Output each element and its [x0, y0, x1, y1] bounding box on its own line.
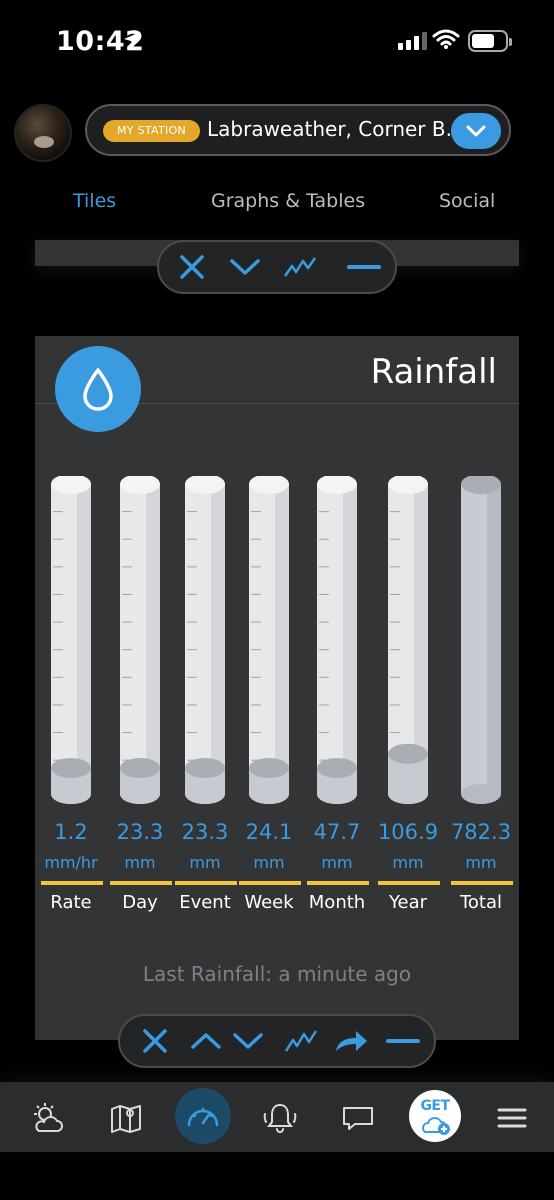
station-selector[interactable]: MY STATION Labraweather, Corner B. [85, 104, 511, 156]
rain-unit-year: mm [392, 853, 424, 872]
station-name: Labraweather, Corner B. [207, 117, 452, 141]
tab-graphs-tables[interactable]: Graphs & Tables [211, 190, 365, 212]
rain-underline [239, 881, 301, 885]
rain-underline [41, 881, 103, 885]
cellular-signal-icon [398, 32, 427, 50]
get-cloud-button[interactable]: GET [409, 1090, 461, 1142]
gauge-event [185, 476, 225, 804]
close-icon[interactable] [142, 1028, 168, 1054]
chat-icon[interactable] [332, 1092, 384, 1144]
rainfall-tile: Rainfall 1.2 mm/hr Rate 23.3 mm Day 23.3 mm Even… [35, 336, 519, 1040]
rain-value-event: 23.3 [181, 820, 229, 844]
alerts-icon[interactable] [254, 1092, 306, 1144]
rain-value-month: 47.7 [313, 820, 361, 844]
tab-tiles[interactable]: Tiles [73, 190, 116, 212]
rain-unit-total: mm [465, 853, 497, 872]
rain-underline [451, 881, 513, 885]
tab-social[interactable]: Social [439, 190, 495, 212]
bottom-nav: GET [0, 1082, 554, 1152]
graph-icon[interactable] [284, 1029, 318, 1053]
my-station-badge: MY STATION [103, 120, 201, 142]
tile-title: Rainfall [370, 352, 497, 392]
raindrop-icon [55, 346, 141, 432]
status-bar: 10:42 [0, 0, 554, 86]
minimize-icon[interactable] [347, 264, 381, 270]
wifi-icon [432, 29, 460, 49]
rain-underline [378, 881, 440, 885]
weather-icon[interactable] [22, 1092, 74, 1144]
rain-underline [175, 881, 237, 885]
graph-icon[interactable] [283, 256, 317, 278]
gauge-year [388, 476, 428, 804]
rain-unit-rate: mm/hr [44, 853, 98, 872]
gauge-total [461, 476, 501, 804]
gauge-week [249, 476, 289, 804]
share-icon[interactable] [334, 1029, 368, 1053]
tab-bar: Tiles Graphs & Tables Social [0, 190, 554, 220]
rain-value-total: 782.3 [450, 820, 512, 844]
chevron-up-icon[interactable] [190, 1031, 222, 1051]
rain-unit-month: mm [321, 853, 353, 872]
rain-label-year: Year [388, 892, 428, 913]
get-label: GET [420, 1098, 450, 1114]
get-cloud-icon [422, 1117, 450, 1135]
chevron-down-icon[interactable] [451, 113, 501, 149]
rain-unit-day: mm [124, 853, 156, 872]
tile-toolbar-top [157, 240, 397, 294]
last-rainfall-text: Last Rainfall: a minute ago [142, 962, 412, 986]
close-icon[interactable] [179, 254, 205, 280]
rain-value-rate: 1.2 [54, 820, 88, 844]
rain-gauges [51, 476, 501, 804]
rain-unit-event: mm [189, 853, 221, 872]
gauge-month [317, 476, 357, 804]
rain-underline [110, 881, 172, 885]
rain-value-week: 24.1 [245, 820, 293, 844]
menu-icon[interactable] [486, 1092, 538, 1144]
gauge-rate [51, 476, 91, 804]
avatar[interactable] [14, 104, 72, 162]
rain-value-year: 106.9 [377, 820, 439, 844]
rain-label-month: Month [308, 892, 366, 913]
tile-toolbar-bottom [118, 1014, 436, 1068]
rain-label-total: Total [459, 892, 503, 913]
chevron-down-icon[interactable] [232, 1031, 264, 1051]
rain-value-day: 23.3 [116, 820, 164, 844]
minimize-icon[interactable] [386, 1038, 420, 1044]
chevron-down-icon[interactable] [229, 257, 261, 277]
rain-label-rate: Rate [50, 892, 92, 913]
rain-unit-week: mm [253, 853, 285, 872]
rain-underline [307, 881, 369, 885]
battery-icon [468, 30, 512, 52]
gauge-day [120, 476, 160, 804]
map-icon[interactable] [100, 1092, 152, 1144]
dashboard-icon[interactable] [175, 1088, 231, 1144]
location-arrow-icon [124, 32, 140, 48]
